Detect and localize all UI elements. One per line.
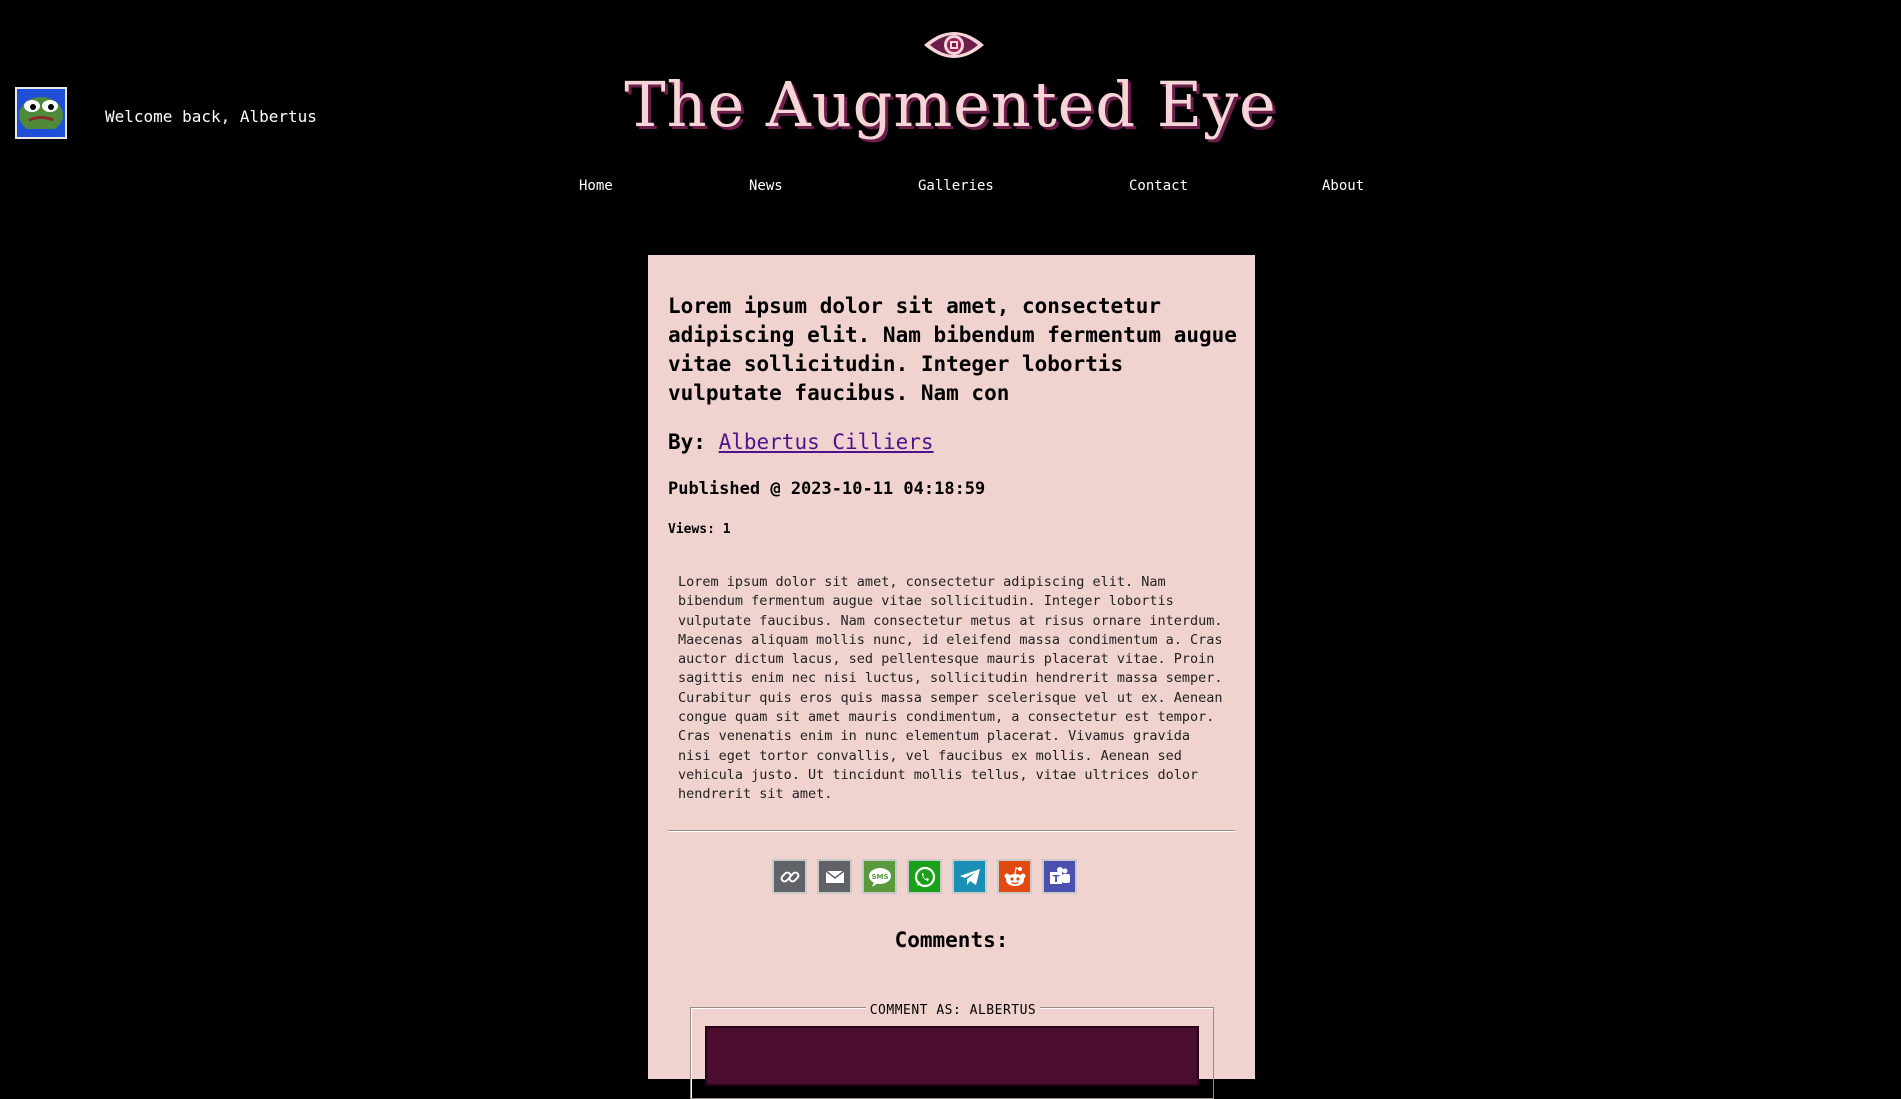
telegram-share-button[interactable] (952, 859, 987, 894)
view-count: Views: 1 (668, 522, 731, 537)
comment-as-label: COMMENT AS: ALBERTUS (865, 1003, 1041, 1018)
comment-input[interactable] (705, 1026, 1199, 1086)
nav-home[interactable]: Home (579, 178, 613, 194)
comments-title: Comments: (894, 928, 1009, 952)
copy-link-button[interactable] (772, 859, 807, 894)
email-icon (825, 869, 844, 883)
divider (668, 830, 1235, 832)
share-bar: SMS T (772, 859, 1077, 897)
teams-share-button[interactable]: T (1042, 859, 1077, 894)
nav-galleries[interactable]: Galleries (918, 178, 994, 194)
whatsapp-icon (914, 866, 935, 887)
article-body: Lorem ipsum dolor sit amet, consectetur … (678, 574, 1223, 803)
reddit-share-button[interactable] (997, 859, 1032, 894)
nav-news[interactable]: News (749, 178, 783, 194)
sms-share-button[interactable]: SMS (862, 859, 897, 894)
teams-icon: T (1049, 866, 1070, 885)
article-headline: Lorem ipsum dolor sit amet, consectetur … (668, 294, 1237, 405)
eye-logo-icon[interactable] (922, 25, 986, 65)
nav-contact[interactable]: Contact (1129, 178, 1188, 194)
svg-text:T: T (1052, 874, 1059, 885)
telegram-icon (959, 868, 980, 885)
nav-about[interactable]: About (1322, 178, 1364, 194)
email-share-button[interactable] (817, 859, 852, 894)
link-icon (780, 871, 799, 882)
main-nav: Home News Galleries Contact About (0, 178, 1901, 200)
whatsapp-share-button[interactable] (907, 859, 942, 894)
reddit-icon (1004, 866, 1025, 886)
published-date: Published @ 2023-10-11 04:18:59 (668, 479, 986, 499)
site-title[interactable]: The Augmented Eye (0, 68, 1901, 141)
comment-legend: COMMENT AS: ALBERTUS (691, 999, 1215, 1018)
comment-form: COMMENT AS: ALBERTUS (690, 1003, 1214, 1099)
author-link[interactable]: Albertus Cilliers (719, 430, 934, 454)
article-byline: By: Albertus Cilliers (668, 430, 934, 454)
svg-text:SMS: SMS (871, 873, 888, 881)
sms-icon: SMS (868, 867, 891, 887)
by-label: By: (668, 430, 706, 454)
article-card: Lorem ipsum dolor sit amet, consectetur … (648, 255, 1255, 1099)
